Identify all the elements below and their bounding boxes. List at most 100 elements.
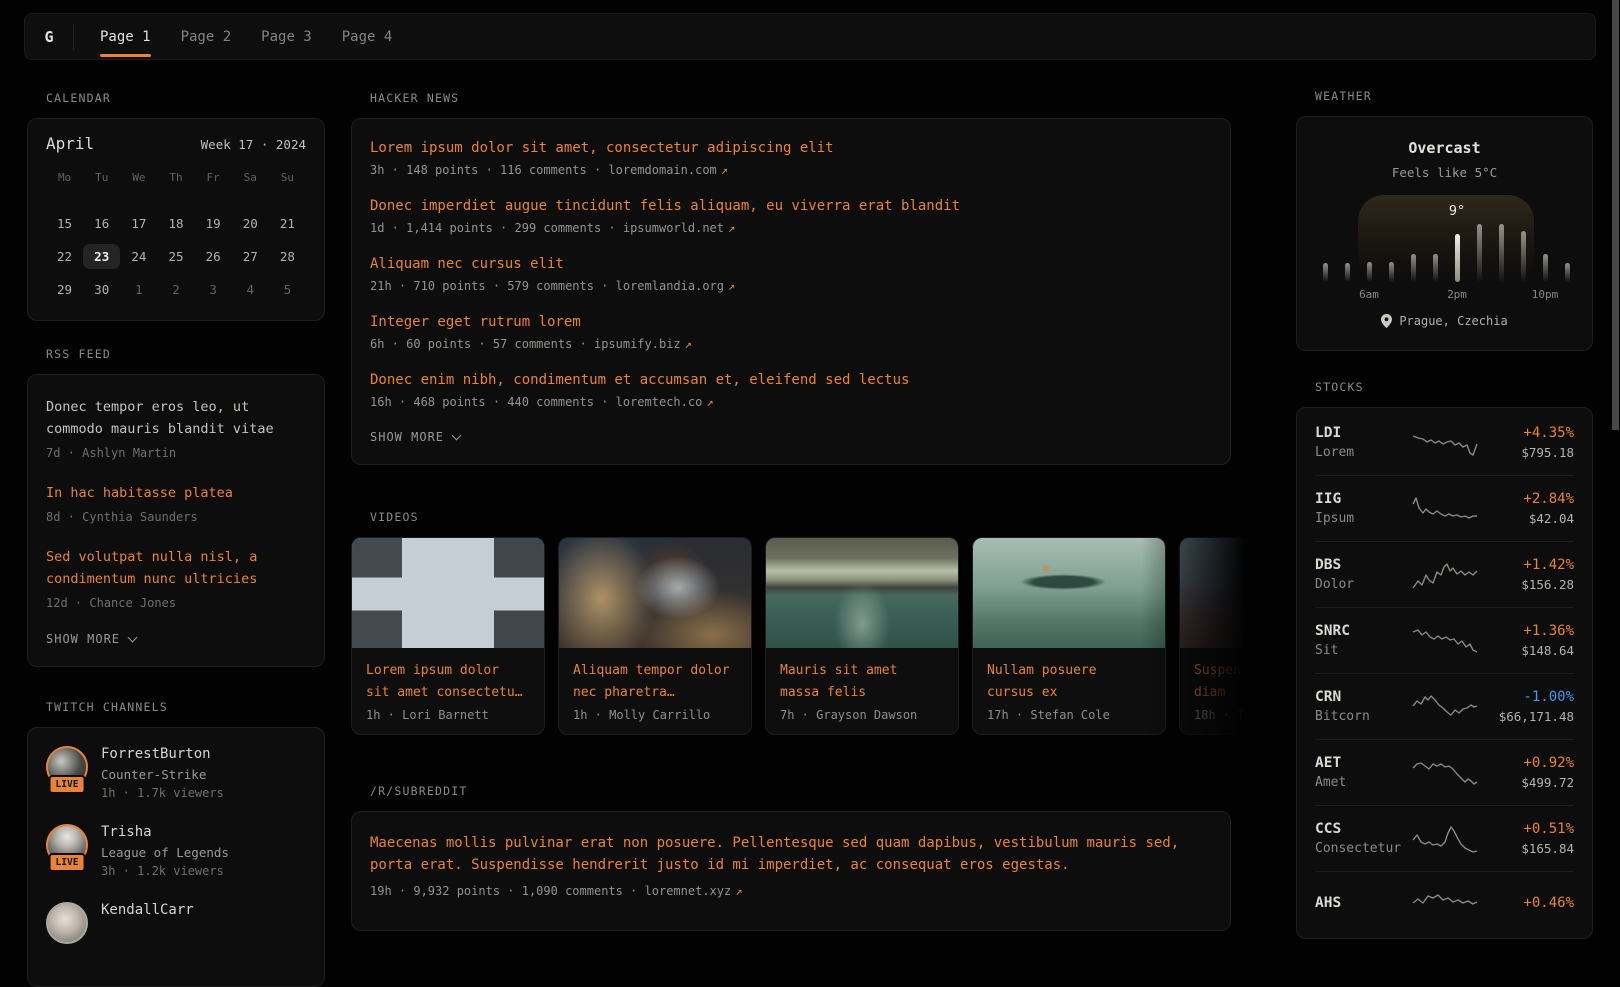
stock-row-ldi[interactable]: LDILorem+4.35%$795.18 xyxy=(1315,410,1574,476)
stock-price: $66,171.48 xyxy=(1479,709,1575,724)
app-logo[interactable]: G xyxy=(25,28,73,46)
video-title[interactable]: Suspendissediam xyxy=(1194,660,1271,704)
stock-name: Consectetur xyxy=(1315,841,1411,856)
subreddit-post-meta: 19h · 9,932 points · 1,090 comments · lo… xyxy=(370,884,1212,898)
scrollbar-thumb[interactable] xyxy=(1612,0,1619,430)
rss-item-title[interactable]: Donec tempor eros leo, ut commodo mauris… xyxy=(46,396,306,440)
stock-sparkline xyxy=(1411,693,1479,721)
stock-name: Sit xyxy=(1315,643,1411,658)
stock-sparkline xyxy=(1411,429,1479,457)
stock-left: SNRCSit xyxy=(1315,623,1411,658)
video-title-line: Lorem ipsum dolor xyxy=(366,660,530,682)
twitch-channel-name[interactable]: ForrestBurton xyxy=(101,746,224,762)
stock-left: CCSConsectetur xyxy=(1315,821,1411,856)
stock-name: Amet xyxy=(1315,775,1411,790)
calendar-day: 19 xyxy=(195,207,232,240)
hackernews-item-title[interactable]: Aliquam nec cursus elit xyxy=(370,256,1212,272)
video-title[interactable]: Lorem ipsum dolorsit amet consectetu… xyxy=(366,660,530,704)
twitch-channel-game: Counter-Strike xyxy=(101,767,224,782)
stock-change: +4.35% xyxy=(1479,425,1575,441)
hackernews-widget-label: HACKER NEWS xyxy=(370,91,1231,105)
twitch-channel-name[interactable]: Trisha xyxy=(101,824,229,840)
video-title[interactable]: Nullam posuerecursus ex xyxy=(987,660,1151,704)
tab-page-1[interactable]: Page 1 xyxy=(100,14,151,59)
calendar-day: 3 xyxy=(195,273,232,306)
tab-page-2[interactable]: Page 2 xyxy=(181,14,232,59)
stock-symbol: CRN xyxy=(1315,689,1411,705)
weather-hour-label: 2pm xyxy=(1447,288,1467,301)
weather-bar xyxy=(1433,254,1438,282)
twitch-avatar-wrap xyxy=(46,902,88,944)
video-thumbnail-memorial-pillars xyxy=(352,538,544,648)
live-badge: LIVE xyxy=(49,853,86,872)
video-title-line: cursus ex xyxy=(987,682,1151,704)
selected-day-pill: 23 xyxy=(83,244,120,269)
tab-label: Page 3 xyxy=(261,29,312,45)
stock-symbol: AHS xyxy=(1315,895,1411,911)
weather-bar xyxy=(1543,254,1548,282)
stock-change: +1.42% xyxy=(1479,557,1575,573)
calendar-day: 5 xyxy=(269,273,306,306)
external-link-icon: ↗ xyxy=(728,279,735,293)
stock-sparkline xyxy=(1411,825,1479,853)
chevron-down-icon xyxy=(452,431,462,441)
twitch-channel-row[interactable]: LIVEForrestBurtonCounter-Strike1h · 1.7k… xyxy=(46,746,306,800)
stock-sparkline xyxy=(1411,891,1479,919)
calendar-day: 27 xyxy=(232,240,269,273)
hackernews-item-meta: 16h · 468 points · 440 comments · loremt… xyxy=(370,395,1212,409)
stock-change: +0.46% xyxy=(1479,895,1575,911)
video-card[interactable]: Aliquam tempor dolornec pharetra…1h · Mo… xyxy=(558,537,752,735)
hackernews-item-title[interactable]: Lorem ipsum dolor sit amet, consectetur … xyxy=(370,140,1212,156)
subreddit-post-title[interactable]: Maecenas mollis pulvinar erat non posuer… xyxy=(370,832,1212,876)
rss-show-more-button[interactable]: SHOW MORE xyxy=(46,632,306,646)
hackernews-item-title[interactable]: Integer eget rutrum lorem xyxy=(370,314,1212,330)
twitch-channel-name[interactable]: KendallCarr xyxy=(101,902,194,918)
video-title[interactable]: Mauris sit ametmassa felis xyxy=(780,660,944,704)
stock-row-ccs[interactable]: CCSConsectetur+0.51%$165.84 xyxy=(1315,806,1574,872)
twitch-avatar-wrap: LIVE xyxy=(46,746,88,788)
stock-row-iig[interactable]: IIGIpsum+2.84%$42.04 xyxy=(1315,476,1574,542)
weekday-label: Mo xyxy=(46,171,83,191)
stock-change: +0.92% xyxy=(1479,755,1575,771)
hackernews-item-title[interactable]: Donec enim nibh, condimentum et accumsan… xyxy=(370,372,1212,388)
video-card-body: Suspendissediam18h · Tara xyxy=(1180,648,1271,734)
calendar-day: 23 xyxy=(83,240,120,273)
weekday-label: Fr xyxy=(195,171,232,191)
calendar-day: 29 xyxy=(46,273,83,306)
video-card[interactable]: Suspendissediam18h · Tara xyxy=(1179,537,1271,735)
rss-item-title[interactable]: In hac habitasse platea xyxy=(46,482,306,504)
calendar-day: 25 xyxy=(157,240,194,273)
tab-page-3[interactable]: Page 3 xyxy=(261,14,312,59)
weather-hour-label: 6am xyxy=(1359,288,1379,301)
stock-left: IIGIpsum xyxy=(1315,491,1411,526)
stock-row-snrc[interactable]: SNRCSit+1.36%$148.64 xyxy=(1315,608,1574,674)
stock-price: $165.84 xyxy=(1479,841,1575,856)
video-card[interactable]: Mauris sit ametmassa felis7h · Grayson D… xyxy=(765,537,959,735)
twitch-rows: LIVEForrestBurtonCounter-Strike1h · 1.7k… xyxy=(46,746,306,944)
video-card[interactable]: Lorem ipsum dolorsit amet consectetu…1h … xyxy=(351,537,545,735)
rss-item-title[interactable]: Sed volutpat nulla nisl, a condimentum n… xyxy=(46,546,306,590)
weather-bar xyxy=(1323,263,1328,282)
video-card[interactable]: Nullam posuerecursus ex17h · Stefan Cole xyxy=(972,537,1166,735)
stock-row-dbs[interactable]: DBSDolor+1.42%$156.28 xyxy=(1315,542,1574,608)
stock-name: Ipsum xyxy=(1315,511,1411,526)
video-thumbnail-sea-wake xyxy=(766,538,958,648)
external-link-icon: ↗ xyxy=(728,221,735,235)
hackernews-show-more-button[interactable]: SHOW MORE xyxy=(370,430,1212,444)
stock-row-ahs[interactable]: AHS +0.46% xyxy=(1315,872,1574,938)
calendar-day: 17 xyxy=(120,207,157,240)
twitch-channel-row[interactable]: KendallCarr xyxy=(46,902,306,944)
video-title[interactable]: Aliquam tempor dolornec pharetra… xyxy=(573,660,737,704)
stock-row-crn[interactable]: CRNBitcorn-1.00%$66,171.48 xyxy=(1315,674,1574,740)
rss-item-meta: 7d · Ashlyn Martin xyxy=(46,446,306,460)
stock-symbol: DBS xyxy=(1315,557,1411,573)
weekday-label: Th xyxy=(157,171,194,191)
tab-page-4[interactable]: Page 4 xyxy=(342,14,393,59)
weather-bar xyxy=(1411,254,1416,282)
twitch-channel-row[interactable]: LIVETrishaLeague of Legends3h · 1.2k vie… xyxy=(46,824,306,878)
hackernews-item-title[interactable]: Donec imperdiet augue tincidunt felis al… xyxy=(370,198,1212,214)
rss-widget: Donec tempor eros leo, ut commodo mauris… xyxy=(27,374,325,667)
stock-row-aet[interactable]: AETAmet+0.92%$499.72 xyxy=(1315,740,1574,806)
calendar-day: 30 xyxy=(83,273,120,306)
hackernews-item-meta: 3h · 148 points · 116 comments · loremdo… xyxy=(370,163,1212,177)
